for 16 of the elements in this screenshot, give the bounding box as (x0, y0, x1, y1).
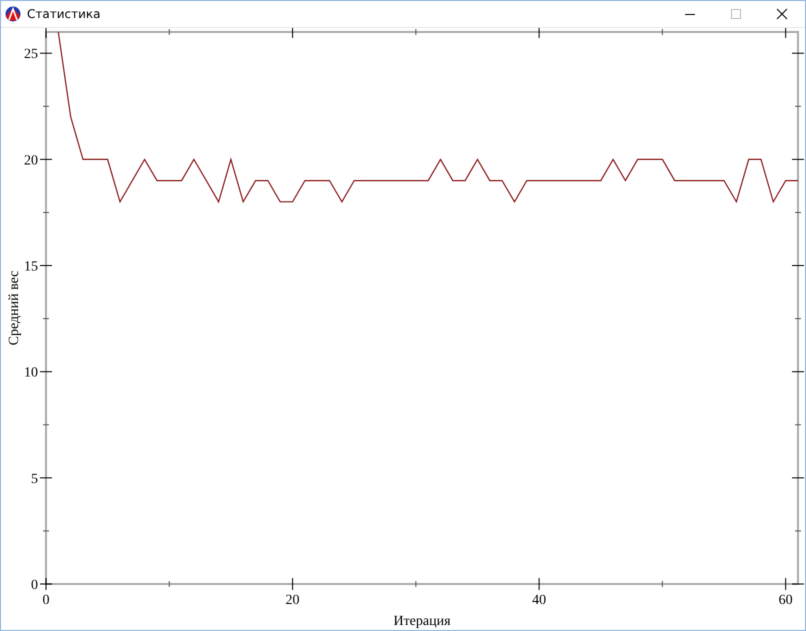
y-tick-label: 5 (31, 472, 38, 487)
y-axis-label: Средний вес (7, 270, 22, 346)
y-tick-label: 0 (31, 578, 38, 593)
close-icon (776, 8, 788, 20)
x-tick-label: 20 (286, 593, 300, 608)
y-tick-label: 15 (24, 260, 38, 275)
maximize-icon (730, 8, 742, 20)
y-tick-label: 20 (24, 153, 38, 168)
x-tick-label: 40 (532, 593, 546, 608)
y-tick-label: 10 (24, 366, 38, 381)
app-icon (5, 6, 21, 22)
x-axis-label: Итерация (393, 614, 451, 629)
y-tick-label: 25 (24, 47, 38, 62)
x-tick-label: 0 (42, 593, 50, 608)
x-tick-label: 60 (778, 593, 793, 608)
window-title: Статистика (27, 7, 100, 21)
